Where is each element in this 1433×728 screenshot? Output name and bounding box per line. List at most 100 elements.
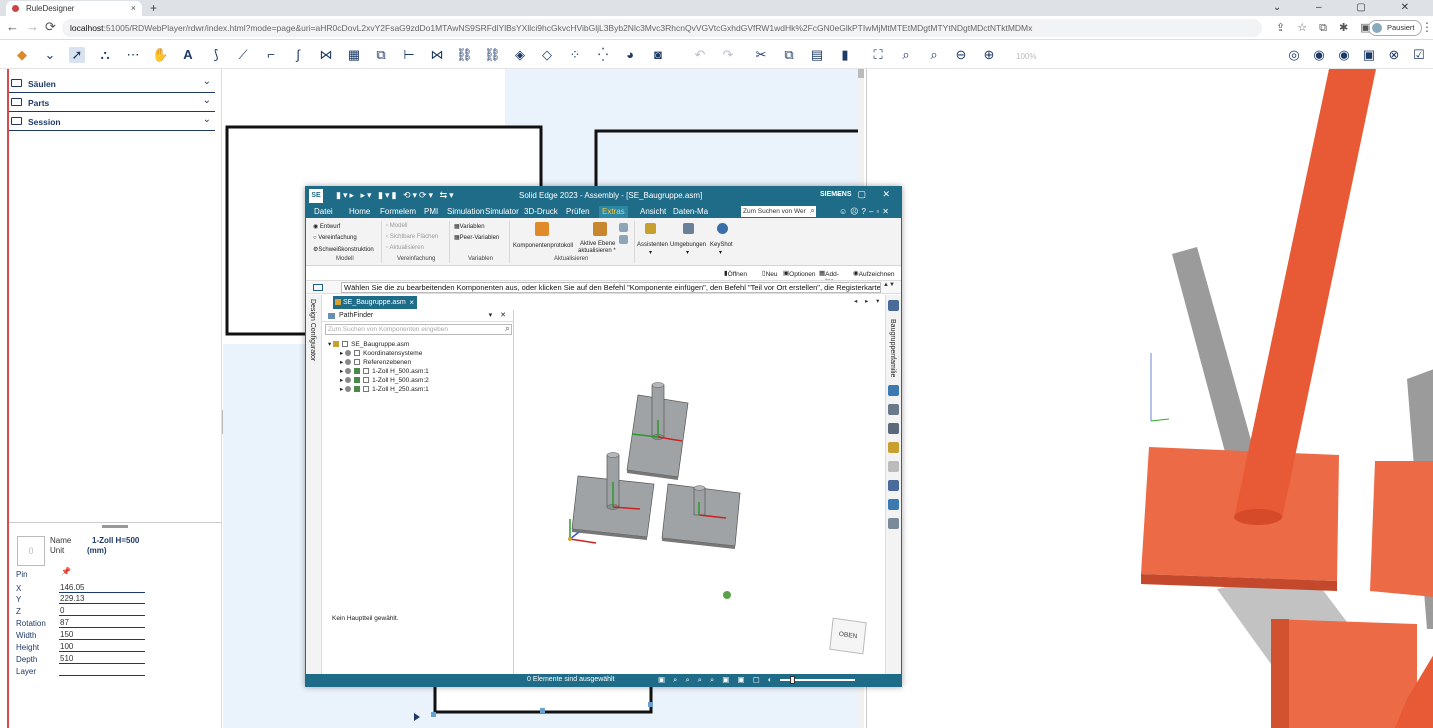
- tab-pruefen[interactable]: Prüfen: [566, 207, 590, 216]
- tree-item[interactable]: ▸ 1-Zoll H_250.asm:1: [340, 385, 429, 393]
- umgebungen-dropdown-icon[interactable]: ▾: [686, 249, 689, 256]
- eye-icon[interactable]: [345, 377, 352, 384]
- reload-button[interactable]: ⟳: [45, 19, 56, 35]
- back-button[interactable]: ←: [6, 19, 19, 34]
- aufzeichnen-button[interactable]: ◉ Aufzeichnen: [853, 269, 894, 278]
- tab-simulation[interactable]: Simulation: [447, 207, 484, 216]
- eye-icon[interactable]: [345, 386, 352, 393]
- marquee-icon[interactable]: ⋯: [125, 47, 141, 63]
- design-configurator-tab[interactable]: Design Configurator: [309, 299, 316, 361]
- copy-icon[interactable]: ⧉: [781, 47, 797, 63]
- play-icon[interactable]: ◉: [1311, 47, 1327, 63]
- accordion-parts[interactable]: Parts ⌄: [9, 94, 215, 112]
- grid-dots-icon[interactable]: ⁘: [567, 47, 583, 63]
- pin-icon[interactable]: 📌: [61, 567, 71, 576]
- share-icon[interactable]: ⇪: [1276, 22, 1285, 34]
- peer-variablen-button[interactable]: ▦Peer-Variablen: [454, 234, 499, 241]
- bookmark-star-icon[interactable]: ☆: [1297, 22, 1307, 34]
- palette-icon[interactable]: ◕: [622, 47, 638, 63]
- eye-icon[interactable]: [345, 350, 352, 357]
- table-icon[interactable]: ▦: [346, 47, 362, 63]
- browser-tab[interactable]: RuleDesigner ×: [6, 1, 142, 16]
- help-icon[interactable]: [888, 385, 899, 396]
- tab-close-icon[interactable]: ×: [131, 1, 136, 16]
- profile-paused-button[interactable]: Pausiert: [1368, 20, 1422, 36]
- sketch-icon[interactable]: [888, 518, 899, 529]
- radio-entwurf[interactable]: ◉ Entwurf: [313, 223, 340, 230]
- prompt-scroll-icon[interactable]: ▲▼: [883, 282, 895, 288]
- z-field[interactable]: 0: [59, 605, 145, 616]
- checkbox-icon[interactable]: [363, 368, 370, 375]
- depth-field[interactable]: 510: [59, 653, 145, 664]
- accordion-session[interactable]: Session ⌄: [9, 113, 215, 131]
- group-select-icon[interactable]: ⛬: [97, 47, 113, 63]
- zoom-area-icon[interactable]: ⌕: [898, 47, 914, 63]
- palette-icon[interactable]: [888, 442, 899, 453]
- aktive-ebene-label[interactable]: Aktive Ebene: [580, 241, 615, 247]
- undo-icon[interactable]: ↶: [692, 47, 708, 63]
- window-controls[interactable]: ⌄ – ▢ ✕: [1273, 0, 1425, 16]
- aktive-ebene-label-2[interactable]: aktualisieren *: [578, 248, 616, 254]
- optionen-button[interactable]: ▣ Optionen: [783, 269, 816, 278]
- zoom-in-icon[interactable]: ⊕: [981, 47, 997, 63]
- close-icon[interactable]: ×: [409, 296, 414, 309]
- multi-dimension-icon[interactable]: ⋈: [429, 47, 445, 63]
- unlink-icon[interactable]: ⛓: [484, 47, 501, 63]
- radio-vereinfachung[interactable]: ○ Vereinfachung: [313, 235, 357, 241]
- tree-item-root[interactable]: ▾ SE_Baugruppe.asm: [328, 340, 409, 348]
- layers-icon[interactable]: [888, 404, 899, 415]
- tree-item[interactable]: ▸ 1-Zoll H_500.asm:2: [340, 376, 429, 384]
- node-graph-icon[interactable]: ⋈: [318, 47, 334, 63]
- box-3d-icon[interactable]: ◇: [539, 47, 555, 63]
- curve-icon[interactable]: ∫: [290, 47, 306, 63]
- link-icon[interactable]: ⛓: [456, 47, 473, 63]
- keyshot-label[interactable]: KeyShot: [710, 242, 733, 248]
- globe-icon[interactable]: [888, 499, 899, 510]
- accordion-saeulen[interactable]: Säulen ⌄: [9, 75, 215, 93]
- width-field[interactable]: 150: [59, 629, 145, 640]
- rotation-field[interactable]: 87: [59, 617, 145, 628]
- pan-hand-icon[interactable]: ✋: [152, 47, 168, 63]
- se-search-input[interactable]: Zum Suchen von Wer: [741, 205, 816, 217]
- tools-icon[interactable]: [888, 461, 899, 472]
- aktive-ebene-icon[interactable]: [593, 222, 607, 236]
- tab-daten-ma[interactable]: Daten-Ma: [673, 207, 708, 216]
- chevron-down-icon[interactable]: ⌄: [203, 114, 211, 125]
- assistenten-dropdown-icon[interactable]: ▾: [649, 249, 652, 256]
- library-icon[interactable]: [888, 300, 899, 311]
- eye-icon[interactable]: [345, 359, 352, 366]
- se-window-controls[interactable]: – ▢ ✕: [836, 189, 897, 200]
- 3d-viewport[interactable]: [866, 69, 1433, 728]
- pathfinder-controls[interactable]: ▾ ✕: [489, 310, 509, 322]
- sichtbare-flaechen-button[interactable]: ▫ Sichtbare Flächen: [386, 234, 438, 240]
- frame-dots-icon[interactable]: ⁛: [595, 47, 611, 63]
- checkbox-icon[interactable]: [363, 386, 370, 393]
- tab-datei[interactable]: Datei: [314, 207, 333, 216]
- delete-icon[interactable]: ▮: [837, 47, 853, 63]
- x-field[interactable]: 146.05: [59, 582, 145, 593]
- camera-icon[interactable]: ◙: [650, 47, 666, 63]
- forward-button[interactable]: →: [26, 19, 39, 34]
- panel-splitter[interactable]: [9, 522, 222, 528]
- tab-formelem[interactable]: Formelem: [380, 207, 416, 216]
- assistenten-icon[interactable]: [645, 223, 656, 234]
- tab-3d-druck[interactable]: 3D-Druck: [524, 207, 558, 216]
- update-icon[interactable]: [619, 223, 628, 232]
- se-help-controls[interactable]: ☺☹?‒▫✕: [839, 207, 892, 216]
- tab-pmi[interactable]: PMI: [424, 207, 438, 216]
- extension-icon[interactable]: ⧉: [1319, 22, 1327, 34]
- keyshot-dropdown-icon[interactable]: ▾: [719, 249, 722, 256]
- paste-icon[interactable]: ▤: [809, 47, 825, 63]
- komponentenprotokoll-icon[interactable]: [535, 222, 549, 236]
- umgebungen-icon[interactable]: [683, 223, 694, 234]
- fit-view-icon[interactable]: ⛶: [870, 47, 886, 63]
- schweiss-button[interactable]: ⚙Schweißkonstruktion: [313, 246, 374, 253]
- puzzle-icon[interactable]: ✱: [1339, 22, 1348, 34]
- document-tab[interactable]: SE_Baugruppe.asm ×: [333, 296, 417, 309]
- chevron-down-icon[interactable]: ⌄: [203, 95, 211, 106]
- url-input[interactable]: localhost:51005/RDWebPlayer/rdwr/index.h…: [62, 19, 1262, 37]
- view-controls[interactable]: ▣ ⌕ ⌕ ⌕ ⌕ ▣ ▣ ▢ ◐: [658, 675, 775, 685]
- komponentenprotokoll-label[interactable]: Komponentenprotokoll: [513, 243, 573, 249]
- properties-icon[interactable]: [888, 480, 899, 491]
- update-all-icon[interactable]: [619, 235, 628, 244]
